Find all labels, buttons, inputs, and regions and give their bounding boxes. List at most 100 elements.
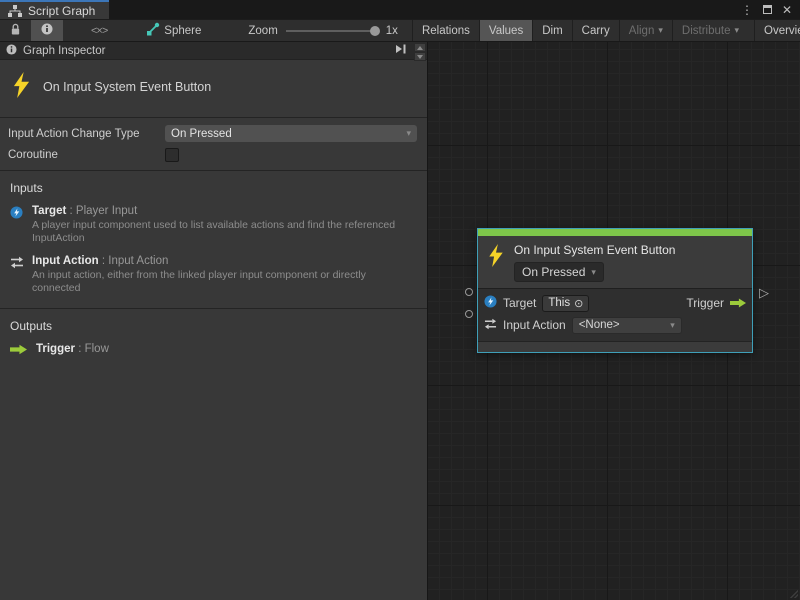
dropdown-value: On Pressed	[522, 265, 585, 279]
separator: :	[78, 343, 81, 355]
port-description: A player input component used to list av…	[32, 219, 417, 245]
dropdown-value: <None>	[579, 319, 620, 331]
inspector-toggle-button[interactable]	[31, 20, 63, 41]
chevron-down-icon: ▾	[591, 267, 596, 278]
chevron-down-icon: ▾	[406, 128, 411, 139]
change-type-dropdown[interactable]: On Pressed ▾	[165, 125, 417, 142]
port-type: Flow	[85, 343, 109, 355]
graph-canvas[interactable]: ▷ On Input System Event Button On Presse…	[428, 42, 800, 600]
code-icon: <×>	[91, 25, 107, 37]
trigger-flow-port-icon[interactable]: ▷	[759, 286, 769, 299]
node-footer	[478, 341, 752, 352]
port-name: Trigger	[36, 343, 75, 355]
close-icon[interactable]: ✕	[782, 4, 792, 16]
menu-icon[interactable]: ⋮	[741, 4, 753, 16]
zoom-value: 1x	[386, 25, 398, 37]
zoom-label: Zoom	[248, 25, 277, 37]
toolbar-button-align[interactable]: Align ▾	[619, 20, 672, 41]
port-type: Player Input	[76, 205, 137, 217]
input-action-dropdown[interactable]: <None> ▾	[572, 317, 682, 334]
button-label: Carry	[582, 25, 610, 37]
flow-arrow-icon	[10, 343, 28, 358]
shuffle-arrows-icon	[10, 255, 24, 295]
port-label: Trigger	[686, 296, 724, 310]
lightning-bolt-icon	[488, 241, 504, 282]
shuffle-arrows-icon	[484, 318, 497, 333]
generated-code-button[interactable]: <×>	[81, 20, 117, 41]
graph-name-label: Sphere	[164, 25, 201, 37]
node-header[interactable]: On Input System Event Button On Pressed …	[478, 236, 752, 288]
field-label: Input Action Change Type	[8, 128, 165, 140]
info-icon	[6, 44, 17, 58]
lock-icon	[10, 23, 21, 39]
zoom-slider[interactable]	[286, 26, 378, 36]
graph-toolbar: <×> Sphere Zoom 1x Relations Values Dim	[0, 19, 800, 42]
maximize-icon[interactable]	[763, 5, 772, 14]
node-summary-title: On Input System Event Button	[43, 80, 211, 94]
input-item-target: Target : Player Input A player input com…	[10, 205, 417, 245]
scroll-down-button[interactable]	[414, 52, 426, 61]
resize-grip[interactable]	[790, 590, 798, 598]
zoom-slider-handle[interactable]	[370, 26, 380, 36]
triangle-up-icon	[417, 46, 423, 50]
object-picker-icon[interactable]: ⊙	[574, 297, 583, 310]
chevron-down-icon: ▾	[734, 25, 739, 36]
scroll-up-button[interactable]	[414, 43, 426, 52]
toolbar-button-relations[interactable]: Relations	[412, 20, 479, 41]
player-input-icon	[10, 205, 24, 245]
toolbar-button-overview[interactable]: Overview	[754, 20, 800, 41]
player-input-icon	[484, 295, 497, 311]
inputs-section: Inputs Target : Player Input A player in…	[0, 170, 427, 308]
inspector-scroll-arrows	[414, 43, 426, 61]
inputs-heading: Inputs	[10, 181, 417, 195]
node-row-input-action: Input Action <None> ▾	[484, 314, 746, 336]
titlebar: Script Graph ⋮ ✕	[0, 0, 800, 19]
port-description: An input action, either from the linked …	[32, 269, 417, 295]
port-label: Input Action	[503, 318, 566, 332]
dropdown-value: On Pressed	[171, 128, 232, 140]
triangle-down-icon	[417, 55, 423, 59]
node-row-target: Target This ⊙ Trigger	[484, 292, 746, 314]
input-action-port-icon[interactable]	[465, 310, 473, 318]
lightning-bolt-icon	[12, 72, 31, 101]
toolbar-button-carry[interactable]: Carry	[572, 20, 619, 41]
port-type: Input Action	[108, 255, 168, 267]
coroutine-checkbox[interactable]	[165, 148, 179, 162]
script-graph-window: Script Graph ⋮ ✕ <×> Sphere	[0, 0, 800, 600]
graph-inspector-header: Graph Inspector	[0, 42, 427, 60]
toolbar-button-distribute[interactable]: Distribute ▾	[672, 20, 748, 41]
field-coroutine: Coroutine	[8, 148, 417, 162]
window-controls: ⋮ ✕	[741, 0, 800, 19]
button-label: Values	[489, 25, 523, 37]
toolbar-button-values[interactable]: Values	[479, 20, 532, 41]
button-label: Distribute	[682, 25, 731, 37]
node-summary: On Input System Event Button	[0, 60, 427, 117]
node-title: On Input System Event Button	[514, 243, 675, 257]
outputs-section: Outputs Trigger : Flow	[0, 308, 427, 568]
chevron-down-icon: ▾	[658, 25, 663, 36]
port-name: Target	[32, 205, 66, 217]
main-split: Graph Inspector On Input System Event Bu…	[0, 42, 800, 600]
separator: :	[70, 205, 73, 217]
input-item-input-action: Input Action : Input Action An input act…	[10, 255, 417, 295]
target-port-icon[interactable]	[465, 288, 473, 296]
event-node[interactable]: On Input System Event Button On Pressed …	[477, 228, 753, 353]
button-label: Overview	[764, 25, 800, 37]
event-mode-dropdown[interactable]: On Pressed ▾	[514, 262, 604, 282]
zoom-slider-track	[286, 30, 378, 32]
object-field-value: This	[548, 297, 570, 309]
chevron-down-icon: ▾	[670, 320, 675, 331]
field-label: Coroutine	[8, 149, 165, 161]
zoom-control: Zoom 1x	[238, 20, 408, 41]
panel-dock-icon[interactable]	[395, 44, 407, 57]
toolbar-button-dim[interactable]: Dim	[532, 20, 571, 41]
node-body: Target This ⊙ Trigger	[478, 289, 752, 341]
separator: :	[102, 255, 105, 267]
tab-script-graph[interactable]: Script Graph	[0, 0, 109, 19]
graph-target-button[interactable]: Sphere	[137, 20, 210, 41]
graph-inspector-panel: Graph Inspector On Input System Event Bu…	[0, 42, 428, 600]
target-object-field[interactable]: This ⊙	[542, 295, 589, 312]
lock-button[interactable]	[0, 20, 31, 41]
button-label: Relations	[422, 25, 470, 37]
flow-arrow-icon	[730, 295, 746, 311]
